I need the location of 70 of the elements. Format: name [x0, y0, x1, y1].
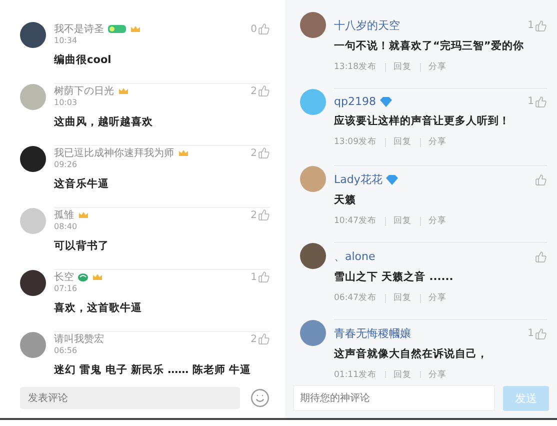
like-count: 2: [250, 210, 257, 220]
share-link[interactable]: 分享: [428, 61, 446, 73]
reply-link[interactable]: 回复: [394, 369, 412, 378]
like-icon[interactable]: [258, 23, 270, 35]
comment-text: 可以背书了: [54, 239, 110, 253]
user-name[interactable]: 我已逗比成神你速拜我为师: [54, 146, 174, 160]
comment-text: 一句不说！就喜欢了“完玛三智”爱的你: [334, 39, 525, 53]
reply-link[interactable]: 回复: [394, 292, 412, 304]
comment-text: 这曲风，越听越喜欢: [54, 115, 154, 129]
comment-time: 08:40: [54, 222, 78, 231]
like-count: 1: [528, 20, 534, 31]
avatar[interactable]: [300, 243, 326, 269]
like-icon[interactable]: [535, 174, 547, 186]
share-link[interactable]: 分享: [428, 136, 446, 148]
user-name[interactable]: 孤雏: [54, 208, 74, 222]
comment-text: 编曲很cool: [54, 53, 112, 67]
like-icon[interactable]: [535, 250, 547, 262]
user-name[interactable]: 青春无悔稷幗孃: [334, 326, 411, 341]
user-name[interactable]: qp2198: [334, 95, 376, 108]
like-count: 1: [250, 272, 257, 282]
comment-time: 06:56: [54, 346, 78, 355]
share-link[interactable]: 分享: [428, 292, 446, 304]
comment-text: 应该要让这样的声音让更多人听到！: [334, 114, 511, 128]
post-time: 01:11发布: [334, 369, 376, 378]
post-time: 13:09发布: [334, 136, 376, 148]
like-count: 1: [528, 96, 534, 107]
avatar[interactable]: [20, 22, 46, 48]
like-icon[interactable]: [258, 209, 270, 221]
user-name[interactable]: 我不是诗圣: [54, 22, 104, 36]
post-time: 06:47发布: [334, 292, 376, 304]
share-link[interactable]: 分享: [428, 215, 446, 227]
post-time: 10:47发布: [334, 215, 376, 227]
share-link[interactable]: 分享: [428, 369, 446, 378]
comment-time: 10:34: [54, 36, 78, 45]
like-count: 0: [250, 24, 257, 34]
reply-link[interactable]: 回复: [394, 61, 412, 73]
user-name[interactable]: 长空: [54, 270, 74, 284]
comment-text: 雪山之下 天籁之音 ......: [334, 270, 454, 284]
avatar[interactable]: [20, 270, 46, 296]
comment-text: 这声音就像大自然在诉说自己，: [334, 347, 489, 361]
user-name[interactable]: Lady花花: [334, 172, 382, 187]
comment-time: 07:16: [54, 284, 78, 293]
like-icon[interactable]: [258, 85, 270, 97]
like-icon[interactable]: [258, 147, 270, 159]
like-icon[interactable]: [535, 96, 547, 108]
comment-input[interactable]: 发表评论: [20, 387, 240, 409]
like-count: 2: [250, 334, 257, 344]
comment-text: 这音乐牛逼: [54, 177, 110, 191]
like-icon[interactable]: [535, 20, 547, 32]
comment-text: 天籁: [334, 193, 357, 207]
reply-link[interactable]: 回复: [394, 136, 412, 148]
comment-time: 10:03: [54, 98, 78, 107]
post-time: 13:18发布: [334, 61, 376, 73]
user-name[interactable]: 、alone: [334, 249, 376, 264]
comment-text: 喜欢，这首歌牛逼: [54, 301, 143, 315]
like-icon[interactable]: [258, 333, 270, 345]
like-count: 2: [250, 86, 257, 96]
like-count: 2: [250, 148, 257, 158]
user-name[interactable]: 请叫我赞宏: [54, 332, 104, 346]
like-count: 1: [528, 328, 534, 339]
like-icon[interactable]: [258, 271, 270, 283]
reply-link[interactable]: 回复: [394, 215, 412, 227]
comment-input[interactable]: 期待您的神评论: [293, 385, 495, 411]
emoji-icon[interactable]: [250, 388, 270, 408]
like-icon[interactable]: [535, 328, 547, 340]
comment-text: 迷幻 雷鬼 电子 新民乐 …… 陈老师 牛逼: [54, 363, 252, 377]
comment-time: 09:26: [54, 160, 78, 169]
user-name[interactable]: 十八岁的天空: [334, 18, 400, 33]
avatar[interactable]: [20, 146, 46, 172]
user-name[interactable]: 树荫下の日光: [54, 84, 114, 98]
